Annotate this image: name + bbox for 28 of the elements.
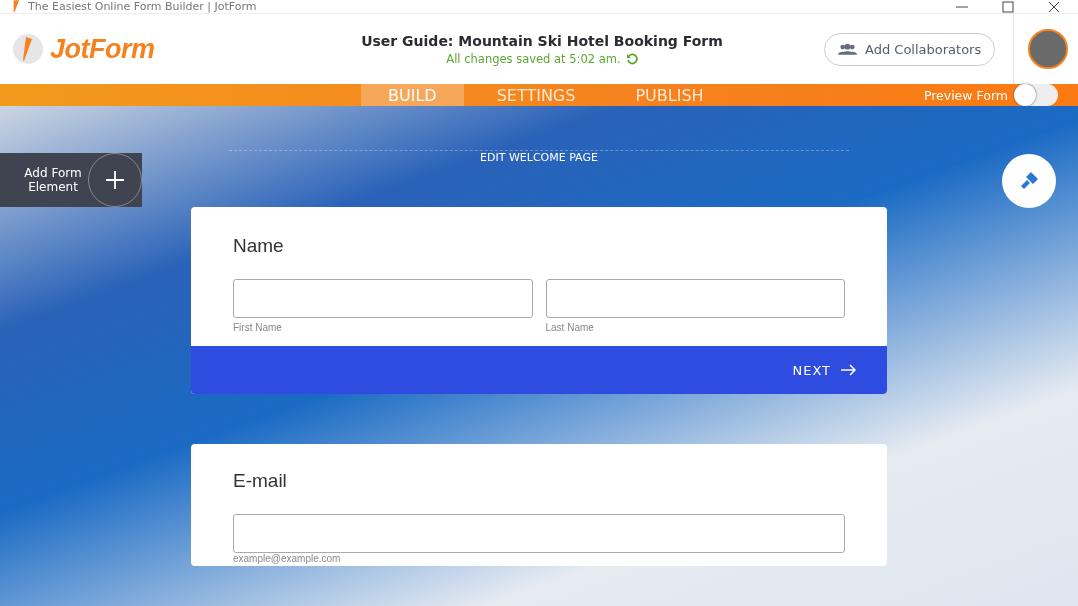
input-field[interactable]	[545, 279, 845, 318]
close-icon[interactable]	[1048, 0, 1060, 13]
edit-welcome-page-link[interactable]: EDIT WELCOME PAGE	[480, 151, 598, 164]
user-avatar[interactable]	[1028, 29, 1069, 69]
field-label: E-mail	[233, 470, 287, 491]
plus-icon	[106, 171, 124, 189]
next-button[interactable]: NEXT	[786, 361, 863, 379]
refresh-icon[interactable]	[625, 52, 638, 65]
people-icon	[838, 43, 857, 55]
pencil-logo-icon	[12, 33, 44, 65]
app-icon	[11, 0, 20, 13]
field-sublabel: example@example.com	[233, 553, 342, 564]
preview-form-label: Preview Form	[923, 87, 1008, 103]
field-label: Name	[233, 235, 284, 256]
add-form-element-button[interactable]: Add Form Element	[0, 153, 142, 207]
input-field[interactable]	[233, 514, 845, 553]
save-status: All changes saved at 5:02 am.	[446, 51, 621, 66]
window-title: The Easiest Online Form Builder | JotForm	[28, 0, 257, 13]
paint-roller-button[interactable]	[1002, 154, 1056, 208]
add-collaborators-button[interactable]: Add Collaborators	[824, 32, 996, 66]
field-sublabel: First Name	[233, 322, 283, 333]
input-field[interactable]	[233, 279, 533, 318]
maximize-icon[interactable]	[1002, 0, 1014, 13]
logo-text: JotForm	[50, 33, 155, 65]
arrow-right-icon	[841, 364, 857, 376]
form-title: User Guide: Mountain Ski Hotel Booking Form	[361, 32, 723, 49]
preview-toggle[interactable]	[1014, 84, 1058, 106]
field-sublabel: Last Name	[545, 322, 595, 333]
